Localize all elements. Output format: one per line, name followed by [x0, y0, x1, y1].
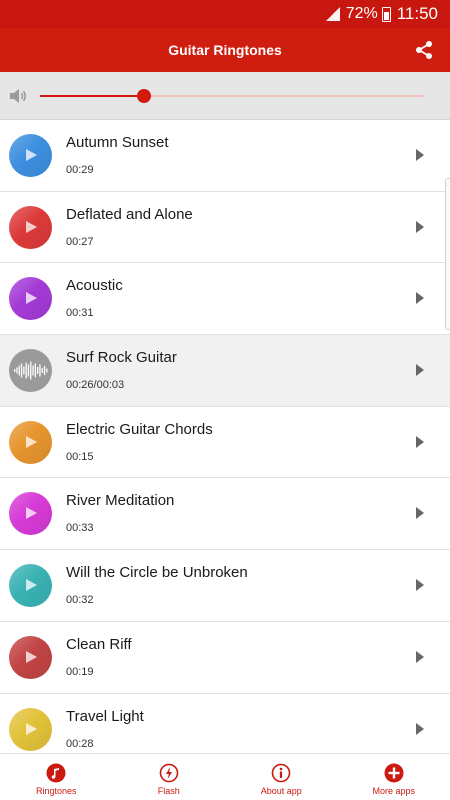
ringtone-name: Clean Riff	[66, 635, 132, 653]
nav-ringtones[interactable]: Ringtones	[0, 754, 113, 800]
status-bar: 72% 11:50	[0, 0, 450, 28]
ringtone-name: River Meditation	[66, 492, 175, 510]
ringtone-duration: 00:29	[66, 164, 94, 176]
volume-slider-thumb[interactable]	[136, 89, 151, 103]
ringtone-name: Surf Rock Guitar	[66, 349, 177, 367]
ringtone-name: Electric Guitar Chords	[66, 420, 213, 438]
chevron-right-icon[interactable]	[416, 435, 424, 448]
ringtone-duration: 00:15	[66, 450, 94, 463]
nav-ringtones-label: Ringtones	[35, 786, 77, 796]
ringtone-name: Deflated and Alone	[66, 205, 193, 223]
ringtone-row[interactable]: Acoustic 00:31	[0, 263, 450, 336]
ringtone-duration: 00:31	[66, 307, 94, 320]
play-button[interactable]	[9, 492, 52, 536]
battery-percent: 72%	[345, 5, 378, 22]
flash-icon	[159, 763, 179, 783]
play-icon	[26, 149, 37, 161]
nav-flash[interactable]: Flash	[113, 754, 226, 800]
waveform-icon[interactable]	[9, 349, 52, 393]
ringtone-row[interactable]: Deflated and Alone 00:27	[0, 191, 450, 264]
ringtone-duration: 00:19	[66, 665, 94, 678]
ringtone-name: Autumn Sunset	[66, 134, 169, 151]
info-icon	[271, 763, 291, 783]
ringtone-duration: 00:32	[66, 594, 94, 607]
ringtone-row[interactable]: Will the Circle be Unbroken 00:32	[0, 550, 450, 622]
nav-more-apps[interactable]: More apps	[338, 754, 450, 800]
ringtone-row[interactable]: Electric Guitar Chords 00:15	[0, 406, 450, 479]
nav-about-app-label: About app	[260, 786, 302, 796]
chevron-right-icon[interactable]	[416, 722, 424, 735]
play-icon	[26, 435, 37, 448]
play-button[interactable]	[9, 635, 52, 679]
nav-about-app[interactable]: About app	[225, 754, 338, 800]
chevron-right-icon[interactable]	[416, 292, 424, 305]
play-icon	[26, 220, 37, 233]
plus-icon	[384, 763, 404, 783]
play-icon	[26, 579, 37, 592]
play-icon	[26, 292, 37, 305]
signal-icon	[325, 7, 340, 21]
chevron-right-icon[interactable]	[416, 149, 424, 161]
ringtone-list: Autumn Sunset 00:29 Deflated and Alone 00:2…	[0, 120, 450, 753]
chevron-right-icon[interactable]	[416, 364, 424, 377]
chevron-right-icon[interactable]	[416, 507, 424, 520]
ringtone-row[interactable]: Clean Riff 00:19	[0, 621, 450, 694]
nav-flash-label: Flash	[157, 786, 180, 796]
ringtone-name: Travel Light	[66, 707, 144, 725]
ringtone-name: Acoustic	[66, 277, 123, 295]
share-icon[interactable]	[414, 40, 434, 60]
ringtone-duration: 00:26/00:03	[66, 379, 125, 392]
nav-more-apps-label: More apps	[372, 786, 416, 796]
ringtone-row[interactable]: Surf Rock Guitar 00:26/00:03	[0, 335, 450, 407]
ringtone-row[interactable]: River Meditation 00:33	[0, 478, 450, 551]
ringtone-duration: 00:33	[66, 522, 94, 535]
music-note-icon	[46, 763, 66, 783]
bottom-nav: Ringtones Flash About app More apps	[0, 753, 450, 800]
app-bar: Guitar Ringtones	[0, 28, 450, 72]
ringtone-row[interactable]: Travel Light 00:28	[0, 693, 450, 753]
chevron-right-icon[interactable]	[416, 579, 424, 592]
battery-icon	[381, 6, 391, 22]
play-button[interactable]	[9, 205, 52, 249]
scroll-indicator[interactable]	[445, 178, 450, 330]
play-icon	[26, 650, 37, 663]
play-button[interactable]	[9, 277, 52, 321]
clock: 11:50	[396, 4, 438, 23]
volume-bar	[0, 72, 450, 120]
play-button[interactable]	[9, 420, 52, 464]
ringtone-duration: 00:27	[66, 235, 94, 248]
page-title: Guitar Ringtones	[168, 42, 282, 58]
play-icon	[26, 507, 37, 520]
ringtone-duration: 00:28	[66, 737, 94, 750]
play-icon	[26, 722, 37, 735]
play-button[interactable]	[9, 564, 52, 608]
speaker-icon	[10, 89, 26, 103]
volume-slider-fill	[40, 95, 144, 97]
ringtone-name: Will the Circle be Unbroken	[66, 564, 248, 582]
ringtone-row[interactable]: Autumn Sunset 00:29	[0, 120, 450, 192]
play-button[interactable]	[9, 134, 52, 177]
play-button[interactable]	[9, 707, 52, 751]
volume-slider[interactable]	[40, 89, 424, 103]
chevron-right-icon[interactable]	[416, 220, 424, 233]
chevron-right-icon[interactable]	[416, 650, 424, 663]
